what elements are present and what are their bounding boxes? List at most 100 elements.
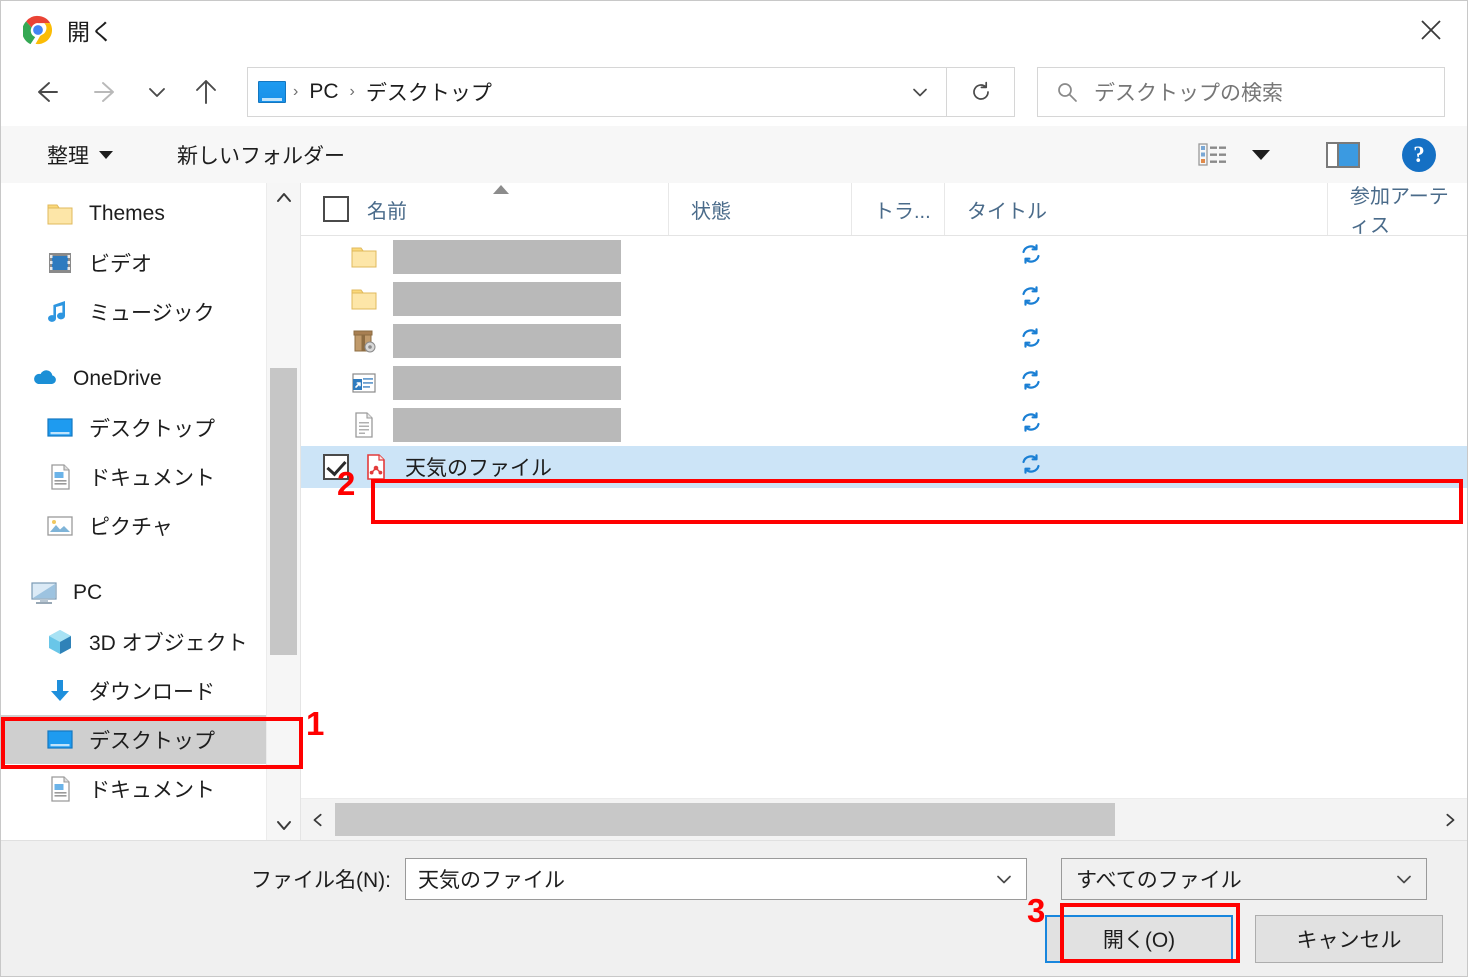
- chevron-left-icon: [313, 813, 322, 826]
- sidebar-item-pc[interactable]: PC: [1, 568, 266, 617]
- view-options-button[interactable]: [1187, 133, 1239, 177]
- hscroll-thumb[interactable]: [335, 803, 1115, 836]
- view-dropdown-button[interactable]: [1239, 133, 1283, 177]
- table-row[interactable]: [301, 236, 1467, 278]
- column-header-state[interactable]: 状態: [669, 183, 852, 235]
- select-all-checkbox[interactable]: [323, 196, 349, 222]
- horizontal-scrollbar[interactable]: [301, 798, 1467, 840]
- recent-locations-button[interactable]: [139, 69, 175, 115]
- search-box[interactable]: デスクトップの検索: [1037, 67, 1445, 117]
- sidebar-item-label: ダウンロード: [89, 680, 215, 704]
- filename-dropdown-button[interactable]: [982, 859, 1026, 899]
- forward-button[interactable]: [83, 69, 129, 115]
- 3d-objects-icon: [45, 627, 75, 657]
- column-header-title[interactable]: タイトル: [945, 183, 1328, 235]
- close-button[interactable]: [1395, 1, 1467, 58]
- scroll-left-button[interactable]: [301, 799, 335, 840]
- shortcut-icon: [349, 368, 379, 398]
- open-button[interactable]: 開く(O): [1045, 915, 1233, 963]
- sidebar-item-downloads[interactable]: ダウンロード: [1, 666, 266, 715]
- search-input[interactable]: デスクトップの検索: [1094, 77, 1283, 107]
- column-header-track[interactable]: トラ...: [852, 183, 945, 235]
- filename-label: ファイル名(N):: [251, 869, 391, 892]
- address-bar[interactable]: › PC › デスクトップ: [247, 67, 947, 117]
- sidebar-item-label: ドキュメント: [89, 778, 215, 802]
- sidebar-item-themes[interactable]: Themes: [1, 189, 266, 238]
- refresh-button[interactable]: [947, 67, 1015, 117]
- scrollbar-thumb[interactable]: [270, 368, 297, 655]
- cancel-button[interactable]: キャンセル: [1255, 915, 1443, 963]
- preview-pane-button[interactable]: [1317, 133, 1369, 177]
- selected-file-row[interactable]: 天気のファイル: [301, 446, 1467, 488]
- navigation-bar: › PC › デスクトップ デスクトップの検索: [1, 58, 1467, 126]
- redacted-filename: [393, 408, 621, 442]
- scrollbar-track[interactable]: [267, 213, 300, 810]
- table-row[interactable]: [301, 404, 1467, 446]
- table-row[interactable]: [301, 362, 1467, 404]
- onedrive-cloud-icon: [29, 364, 59, 394]
- scroll-up-button[interactable]: [267, 183, 300, 213]
- breadcrumb-item-desktop[interactable]: デスクトップ: [362, 77, 496, 107]
- scroll-down-button[interactable]: [267, 810, 300, 840]
- title-bar: 開く: [1, 1, 1467, 58]
- navigation-pane: Themes ビデオ ミュージック OneDrive デスクトップ ドキュメント…: [1, 183, 301, 840]
- sidebar-scrollbar[interactable]: [266, 183, 300, 840]
- sidebar-list: Themes ビデオ ミュージック OneDrive デスクトップ ドキュメント…: [1, 183, 266, 840]
- file-type-select[interactable]: すべてのファイル: [1061, 858, 1427, 900]
- sidebar-item-videos[interactable]: ビデオ: [1, 238, 266, 287]
- redacted-filename: [393, 240, 621, 274]
- column-header-name[interactable]: 名前: [301, 183, 669, 235]
- column-header-artist[interactable]: 参加アーティス: [1328, 183, 1467, 237]
- breadcrumb-separator: ›: [349, 83, 355, 100]
- list-view-icon: [1198, 142, 1226, 166]
- sidebar-item-label: Themes: [89, 201, 165, 225]
- sidebar-item-onedrive-documents[interactable]: ドキュメント: [1, 452, 266, 501]
- sidebar-item-onedrive-desktop[interactable]: デスクトップ: [1, 403, 266, 452]
- command-bar: 整理 新しいフォルダー ?: [1, 126, 1467, 183]
- filename-input[interactable]: 天気のファイル: [405, 858, 1027, 900]
- scroll-right-button[interactable]: [1433, 799, 1467, 840]
- redacted-filename: [393, 282, 621, 316]
- sidebar-item-3d-objects[interactable]: 3D オブジェクト: [1, 617, 266, 666]
- pdf-file-icon: [361, 452, 391, 482]
- sync-pending-icon: [1019, 410, 1043, 440]
- chrome-icon: [22, 15, 53, 45]
- redacted-filename: [393, 366, 621, 400]
- column-label: タイトル: [967, 200, 1047, 223]
- column-label: 状態: [691, 200, 731, 223]
- this-pc-icon: [29, 578, 59, 608]
- sidebar-item-label: ドキュメント: [89, 466, 215, 490]
- music-icon: [45, 297, 75, 327]
- file-type-dropdown-icon[interactable]: [1382, 859, 1426, 899]
- folder-icon: [45, 199, 75, 229]
- filename-value: 天気のファイル: [418, 869, 565, 892]
- sidebar-item-onedrive-pictures[interactable]: ピクチャ: [1, 501, 266, 550]
- window-title: 開く: [67, 18, 114, 45]
- hscroll-track[interactable]: [335, 799, 1433, 840]
- table-row[interactable]: [301, 320, 1467, 362]
- help-icon: ?: [1402, 137, 1436, 172]
- new-folder-button[interactable]: 新しいフォルダー: [167, 134, 355, 176]
- organize-button[interactable]: 整理: [37, 134, 123, 176]
- table-row[interactable]: [301, 278, 1467, 320]
- sync-pending-icon: [1019, 452, 1043, 482]
- chevron-down-icon: [1397, 875, 1411, 884]
- help-button[interactable]: ?: [1393, 133, 1445, 177]
- up-button[interactable]: [183, 69, 229, 115]
- breadcrumb-item-pc[interactable]: PC: [305, 80, 342, 104]
- sync-pending-icon: [1019, 242, 1043, 272]
- address-dropdown-button[interactable]: [894, 68, 946, 116]
- preview-pane-icon: [1326, 141, 1360, 168]
- sidebar-item-onedrive[interactable]: OneDrive: [1, 354, 266, 403]
- sidebar-item-music[interactable]: ミュージック: [1, 287, 266, 336]
- column-headers: 名前 状態 トラ... タイトル 参加アーティス: [301, 183, 1467, 237]
- sidebar-item-label: 3D オブジェクト: [89, 631, 248, 655]
- file-open-dialog: 開く › PC › デスクトップ デスクトップの検索 整理 新しいフォルダー ?…: [0, 0, 1468, 977]
- back-button[interactable]: [23, 69, 69, 115]
- row-checkbox[interactable]: [323, 454, 349, 480]
- sidebar-item-documents[interactable]: ドキュメント: [1, 764, 266, 813]
- sync-pending-icon: [1019, 368, 1043, 398]
- sidebar-item-desktop[interactable]: デスクトップ: [1, 715, 266, 764]
